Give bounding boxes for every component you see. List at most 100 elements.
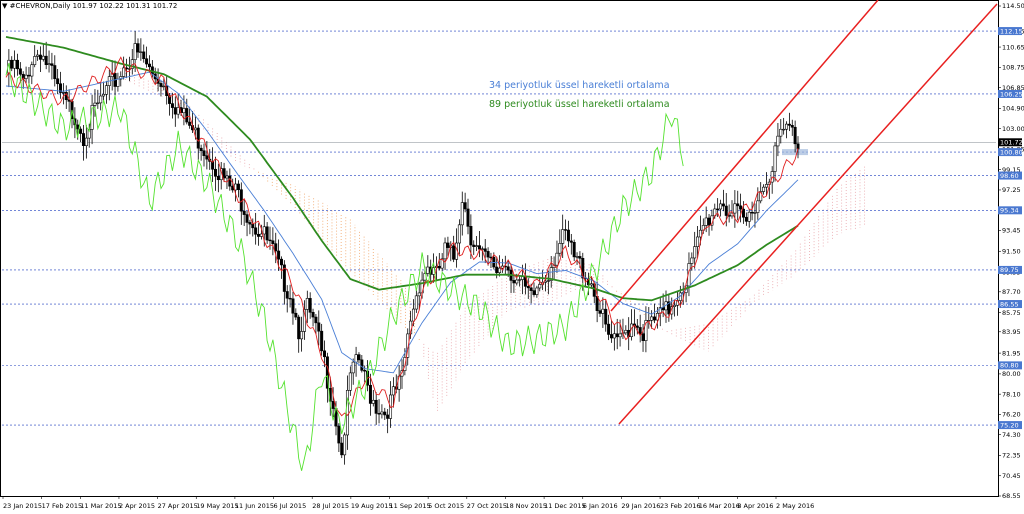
candle-body: [782, 128, 786, 131]
x-tick-label: 11 Sep 2015: [390, 502, 431, 510]
candle-body: [696, 236, 700, 247]
candle-body: [205, 155, 209, 160]
candle-body: [285, 291, 289, 299]
candle-body: [294, 312, 298, 318]
level-tag-label: 98.60: [1000, 172, 1019, 180]
candle-body: [248, 222, 252, 225]
candle-body: [546, 280, 550, 282]
y-tick-label: 83.95: [1002, 328, 1021, 336]
price-axis: 114.50112.15110.65108.75106.85104.90103.…: [998, 2, 1024, 500]
candle-body: [374, 399, 378, 414]
candle-body: [526, 286, 530, 289]
candle-body: [348, 372, 352, 391]
candle-body: [569, 240, 573, 243]
level-tag-label: 95.34: [1000, 207, 1019, 215]
level-tag-label: 86.55: [1000, 300, 1019, 308]
candle-body: [417, 292, 421, 297]
candle-body: [122, 67, 126, 77]
candle-body: [512, 280, 516, 284]
candle-body: [555, 252, 559, 266]
x-tick-label: 6 Jan 2016: [583, 502, 618, 510]
price-chart[interactable]: 114.50112.15110.65108.75106.85104.90103.…: [0, 0, 1024, 514]
candle-body: [279, 258, 283, 266]
candle-body: [53, 65, 57, 80]
candle-body: [300, 331, 304, 340]
candle-body: [36, 54, 40, 57]
candle-body: [44, 55, 48, 65]
candle-body: [236, 183, 240, 190]
series-line-ema-34: [5, 71, 799, 374]
candle-body: [779, 128, 783, 137]
candle-body: [446, 242, 450, 248]
candle-body: [305, 298, 309, 310]
candle-body: [719, 203, 723, 210]
y-tick-label: 114.50: [1002, 2, 1024, 10]
candle-body: [93, 102, 97, 106]
candle-body: [196, 127, 200, 149]
candle-body: [213, 168, 217, 177]
x-tick-label: 29 Jan 2016: [621, 502, 660, 510]
y-tick-label: 72.35: [1002, 452, 1021, 460]
x-tick-label: 19 Aug 2015: [351, 502, 393, 510]
candle-body: [650, 316, 654, 321]
candle-body: [472, 244, 476, 247]
x-tick-label: 11 Dec 2015: [544, 502, 586, 510]
candle-body: [251, 223, 255, 229]
candle-body: [716, 208, 720, 211]
candle-body: [84, 137, 88, 146]
candle-body: [371, 399, 375, 404]
candle-body: [638, 327, 642, 334]
candle-body: [228, 175, 232, 187]
candle-body: [288, 297, 292, 300]
y-tick-label: 108.75: [1002, 64, 1024, 72]
candle-body: [411, 308, 415, 322]
candle-body: [185, 108, 189, 123]
candle-body: [572, 242, 576, 258]
candle-body: [426, 266, 430, 274]
candle-body: [297, 316, 301, 340]
x-tick-label: 23 Feb 2016: [660, 502, 700, 510]
candle-body: [116, 78, 120, 87]
candle-body: [268, 239, 272, 242]
candle-body: [414, 295, 418, 310]
candle-body: [469, 226, 473, 246]
candle-body: [368, 384, 372, 404]
candle-body: [377, 413, 381, 415]
candle-body: [13, 59, 17, 69]
candle-body: [566, 229, 570, 242]
candle-body: [704, 217, 708, 226]
candle-body: [18, 68, 22, 75]
y-tick-label: 81.95: [1002, 349, 1021, 357]
candle-body: [176, 107, 180, 115]
candle-body: [618, 333, 622, 338]
candle-body: [147, 63, 151, 68]
candle-body: [506, 266, 510, 271]
candle-body: [604, 308, 608, 325]
candle-body: [707, 217, 711, 226]
candle-body: [477, 245, 481, 250]
candle-body: [518, 279, 522, 281]
candle-body: [475, 245, 479, 247]
candle-body: [265, 226, 269, 241]
candle-body: [30, 64, 34, 77]
time-axis: 23 Jan 2015 17 Feb 201511 Mar 20152 Apr 2…: [2, 496, 814, 510]
candle-body: [575, 256, 579, 258]
candle-body: [242, 210, 246, 215]
candle-body: [647, 320, 651, 322]
trend-channel[interactable]: [610, 0, 998, 425]
candle-body: [607, 323, 611, 335]
candle-body: [254, 227, 258, 235]
candle-body: [139, 51, 143, 53]
candle-body: [27, 74, 31, 77]
x-tick-label: 27 Apr 2015: [158, 502, 198, 510]
candle-body: [357, 354, 361, 361]
candle-body: [483, 248, 487, 252]
candle-body: [291, 298, 295, 314]
candle-body: [323, 350, 327, 358]
candle-body: [615, 333, 619, 338]
candle-body: [188, 121, 192, 126]
candle-body: [673, 304, 677, 307]
channel-upper-line: [610, 0, 879, 312]
candle-body: [308, 298, 312, 313]
candle-body: [756, 200, 760, 213]
